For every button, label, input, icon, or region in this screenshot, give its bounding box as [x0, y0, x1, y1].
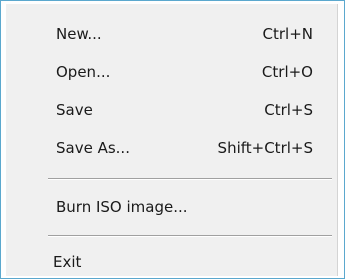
menu-item-shortcut: Ctrl+O [261, 63, 313, 81]
menu-item-burn-iso[interactable]: Burn ISO image... [6, 191, 337, 223]
menu-item-shortcut: Shift+Ctrl+S [217, 139, 313, 157]
menu-item-save[interactable]: Save Ctrl+S [6, 94, 337, 126]
menu-item-label: Save [56, 101, 93, 119]
menu-item-label: Open... [56, 63, 111, 81]
menu-item-label: Burn ISO image... [56, 198, 188, 216]
menu-item-label: Save As... [56, 139, 130, 157]
menu-frame: New... Ctrl+N Open... Ctrl+O Save Ctrl+S… [0, 0, 345, 279]
menu-separator [48, 235, 332, 237]
menu-separator [48, 178, 332, 180]
menu-item-shortcut: Ctrl+S [264, 101, 313, 119]
menu-item-shortcut: Ctrl+N [262, 25, 313, 43]
menu-item-save-as[interactable]: Save As... Shift+Ctrl+S [6, 132, 337, 164]
file-menu: New... Ctrl+N Open... Ctrl+O Save Ctrl+S… [6, 4, 338, 276]
menu-item-open[interactable]: Open... Ctrl+O [6, 56, 337, 88]
menu-item-label: Exit [53, 253, 82, 271]
menu-item-exit[interactable]: Exit [6, 246, 337, 278]
menu-item-new[interactable]: New... Ctrl+N [6, 18, 337, 50]
menu-item-label: New... [56, 25, 102, 43]
